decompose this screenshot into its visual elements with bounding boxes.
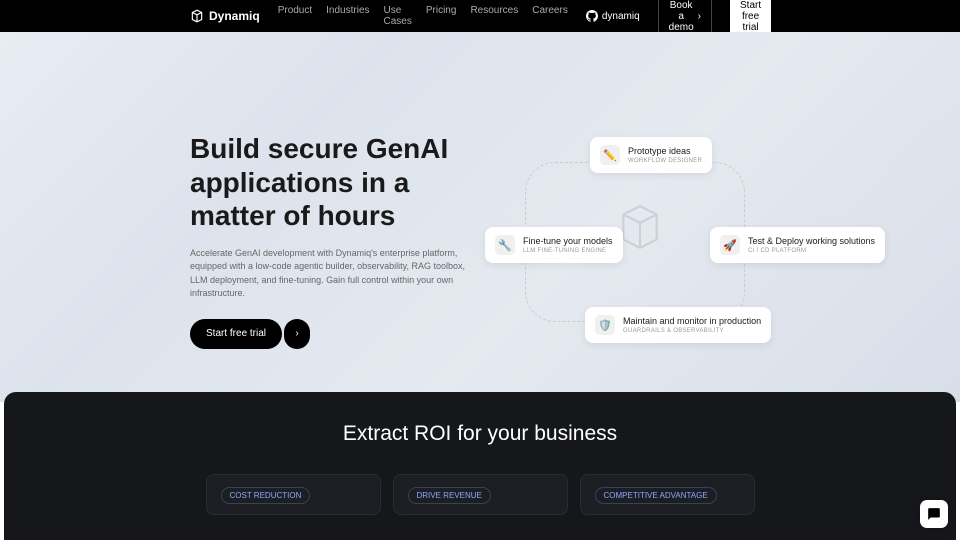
wrench-icon: 🔧 xyxy=(495,235,515,255)
hero-title: Build secure GenAI applications in a mat… xyxy=(190,132,490,233)
feature-card-prototype: ✏️ Prototype ideas WORKFLOW DESIGNER xyxy=(590,137,712,173)
feature-subtitle: LLM FINE-TUNING ENGINE xyxy=(523,248,613,254)
feature-title: Test & Deploy working solutions xyxy=(748,236,875,247)
hero-description: Accelerate GenAI development with Dynami… xyxy=(190,247,480,301)
roi-section: Extract ROI for your business COST REDUC… xyxy=(4,392,956,540)
feature-subtitle: WORKFLOW DESIGNER xyxy=(628,158,702,164)
hero-section: Build secure GenAI applications in a mat… xyxy=(0,32,960,402)
hero-start-trial-button[interactable]: Start free trial xyxy=(190,319,282,349)
feature-diagram: ✏️ Prototype ideas WORKFLOW DESIGNER 🔧 F… xyxy=(490,102,790,352)
shield-icon: 🛡️ xyxy=(595,315,615,335)
nav-industries[interactable]: Industries xyxy=(326,5,369,27)
chevron-right-icon: › xyxy=(698,11,701,22)
nav-product[interactable]: Product xyxy=(278,5,312,27)
logo[interactable]: Dynamiq xyxy=(190,9,260,23)
logo-icon xyxy=(190,9,204,23)
roi-card-cost: COST REDUCTION xyxy=(206,474,381,515)
roi-card-advantage: COMPETITIVE ADVANTAGE xyxy=(580,474,755,515)
github-link[interactable]: dynamiq xyxy=(586,10,640,22)
roi-badge: DRIVE REVENUE xyxy=(408,487,491,504)
chat-icon xyxy=(927,507,941,521)
github-label: dynamiq xyxy=(602,11,640,22)
nav-use-cases[interactable]: Use Cases xyxy=(384,5,412,27)
pencil-icon: ✏️ xyxy=(600,145,620,165)
feature-subtitle: GUARDRAILS & OBSERVABILITY xyxy=(623,328,761,334)
roi-card-revenue: DRIVE REVENUE xyxy=(393,474,568,515)
roi-badge: COMPETITIVE ADVANTAGE xyxy=(595,487,717,504)
roi-title: Extract ROI for your business xyxy=(4,422,956,446)
feature-card-deploy: 🚀 Test & Deploy working solutions CI / C… xyxy=(710,227,885,263)
brand-name: Dynamiq xyxy=(209,9,260,23)
feature-title: Prototype ideas xyxy=(628,146,702,157)
feature-title: Fine-tune your models xyxy=(523,236,613,247)
feature-card-finetune: 🔧 Fine-tune your models LLM FINE-TUNING … xyxy=(485,227,623,263)
feature-title: Maintain and monitor in production xyxy=(623,316,761,327)
hero-arrow-button[interactable]: › xyxy=(284,319,310,349)
book-demo-label: Book a demo xyxy=(669,0,694,33)
main-nav: Product Industries Use Cases Pricing Res… xyxy=(278,5,568,27)
feature-subtitle: CI / CD PLATFORM xyxy=(748,248,875,254)
rocket-icon: 🚀 xyxy=(720,235,740,255)
roi-cards: COST REDUCTION DRIVE REVENUE COMPETITIVE… xyxy=(4,474,956,515)
github-icon xyxy=(586,10,598,22)
chat-widget-button[interactable] xyxy=(920,500,948,528)
nav-careers[interactable]: Careers xyxy=(532,5,568,27)
chevron-right-icon: › xyxy=(295,328,298,339)
feature-card-monitor: 🛡️ Maintain and monitor in production GU… xyxy=(585,307,771,343)
roi-badge: COST REDUCTION xyxy=(221,487,311,504)
nav-pricing[interactable]: Pricing xyxy=(426,5,457,27)
nav-resources[interactable]: Resources xyxy=(470,5,518,27)
header: Dynamiq Product Industries Use Cases Pri… xyxy=(0,0,960,32)
